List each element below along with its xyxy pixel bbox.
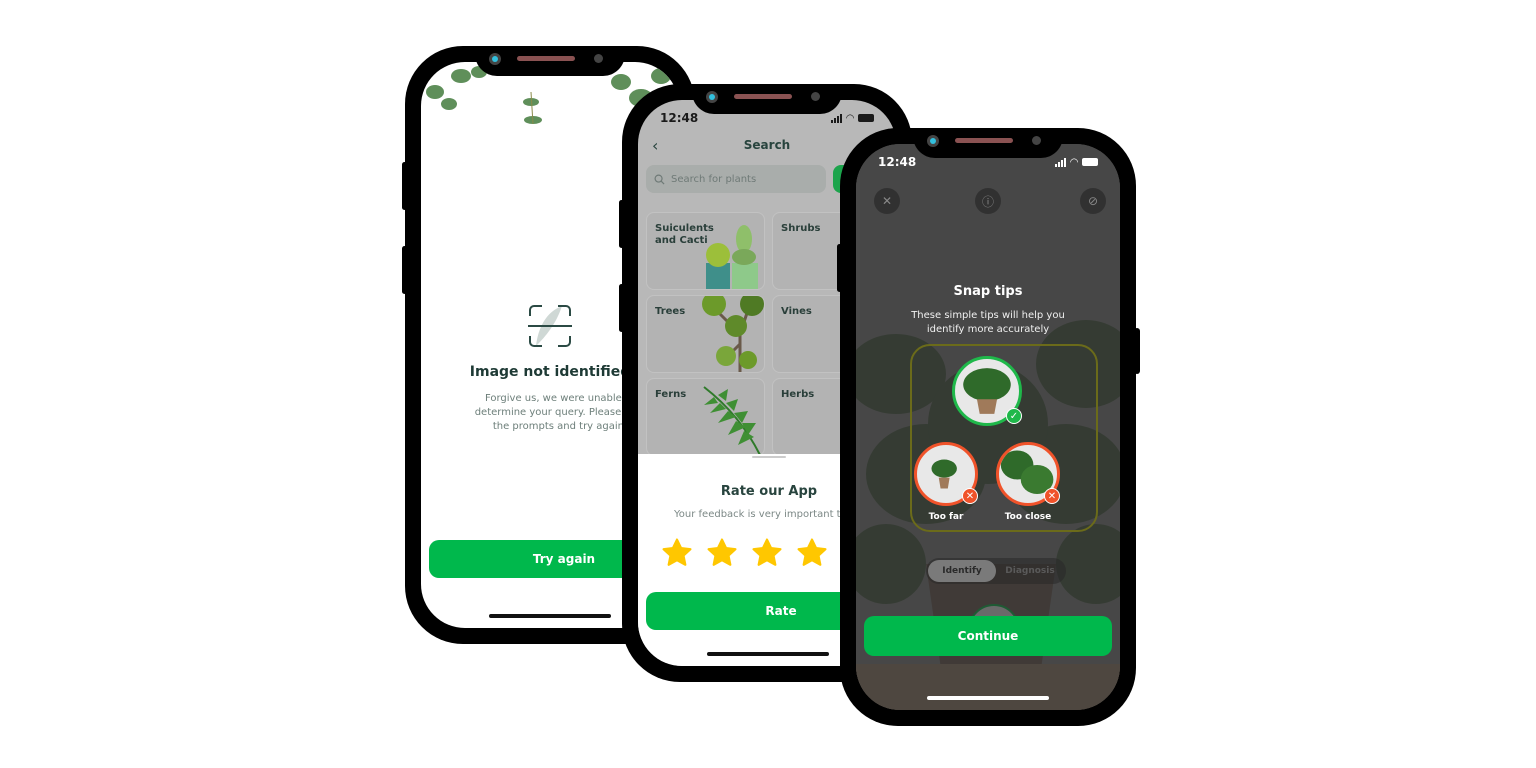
search-placeholder: Search for plants: [671, 173, 757, 185]
category-label: Trees: [655, 306, 686, 317]
volume-up-button: [402, 162, 407, 210]
volume-up-button: [619, 200, 624, 248]
notch: [913, 128, 1063, 158]
snap-tips-title: Snap tips: [953, 284, 1023, 299]
star-icon[interactable]: [795, 536, 829, 570]
snap-tips-description: These simple tips will help you identify…: [911, 310, 1065, 335]
tree-image: [702, 296, 764, 372]
phone-snap-tips: 12:48 ◠ ✕ ⓘ ⊘ Snap tips These simple tip…: [837, 128, 1140, 726]
star-icon[interactable]: [705, 536, 739, 570]
close-icon: ✕: [962, 488, 978, 504]
category-label: Herbs: [781, 389, 815, 400]
scan-leaf-icon: [526, 302, 574, 350]
check-icon: ✓: [1006, 408, 1022, 424]
flash-off-icon[interactable]: ⊘: [1080, 188, 1106, 214]
volume-down-button: [402, 246, 407, 294]
volume-down-button: [619, 284, 624, 332]
notch: [475, 46, 625, 76]
category-label: Shrubs: [781, 223, 821, 234]
app-showcase: Image not identified Forgive us, we were…: [0, 0, 1536, 768]
screen: 12:48 ◠ ✕ ⓘ ⊘ Snap tips These simple tip…: [856, 144, 1120, 710]
home-indicator: [927, 696, 1049, 700]
mode-diagnosis[interactable]: Diagnosis: [996, 560, 1064, 582]
category-card-ferns[interactable]: Ferns: [646, 378, 765, 456]
battery-icon: [1082, 158, 1098, 166]
continue-button[interactable]: Continue: [864, 616, 1112, 656]
sheet-handle[interactable]: [752, 456, 786, 458]
info-icon[interactable]: ⓘ: [975, 188, 1001, 214]
category-label: Vines: [781, 306, 812, 317]
tip-label: Too far: [928, 512, 964, 522]
home-indicator: [707, 652, 829, 656]
sheet-subtitle: Your feedback is very important to: [674, 509, 847, 520]
category-label: Ferns: [655, 389, 687, 400]
mode-toggle: Identify Diagnosis: [926, 558, 1066, 584]
star-rating[interactable]: [660, 536, 829, 570]
mode-identify[interactable]: Identify: [928, 560, 996, 582]
fern-image: [703, 386, 761, 455]
search-icon: [654, 174, 665, 185]
star-icon[interactable]: [660, 536, 694, 570]
tip-label: Too close: [1004, 512, 1052, 522]
notch: [692, 84, 842, 114]
wifi-icon: ◠: [846, 112, 854, 124]
star-icon[interactable]: [750, 536, 784, 570]
power-button: [1134, 328, 1140, 374]
status-time: 12:48: [660, 111, 699, 125]
category-card-trees[interactable]: Trees: [646, 295, 765, 373]
battery-icon: [858, 114, 874, 122]
close-icon[interactable]: ✕: [874, 188, 900, 214]
status-time: 12:48: [878, 155, 917, 169]
search-input[interactable]: Search for plants: [646, 165, 826, 193]
category-card-succulents[interactable]: Suiculents and Cacti: [646, 212, 765, 290]
cactus-image: [706, 225, 758, 289]
home-indicator: [489, 614, 611, 618]
volume-up-button: [837, 244, 842, 292]
signal-icon: [1055, 157, 1067, 167]
wifi-icon: ◠: [1070, 156, 1078, 168]
close-icon: ✕: [1044, 488, 1060, 504]
signal-icon: [831, 113, 843, 123]
